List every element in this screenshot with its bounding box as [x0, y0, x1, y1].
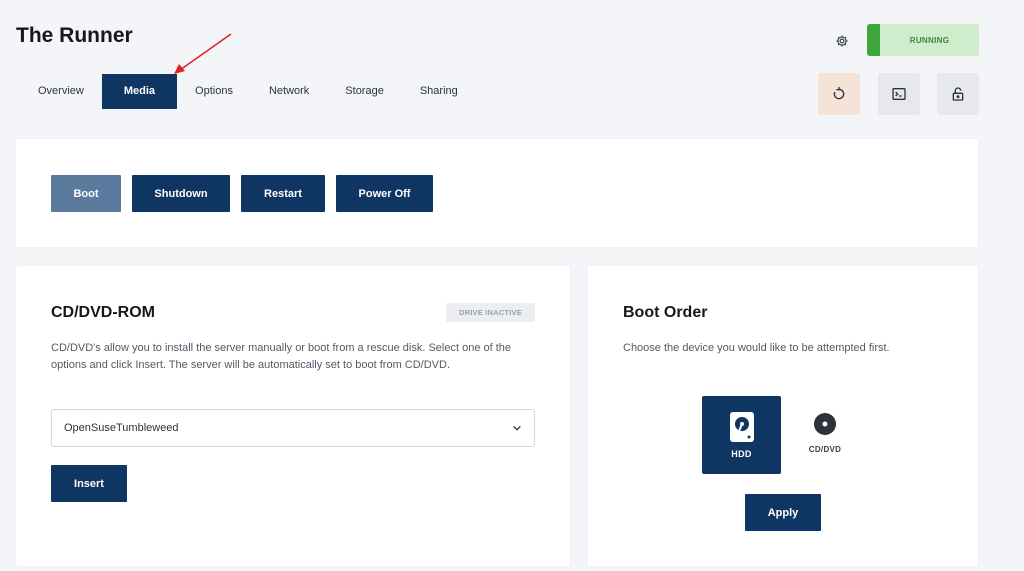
console-button[interactable]	[878, 73, 920, 115]
status-badge: RUNNING	[867, 24, 979, 56]
chevron-down-icon	[510, 421, 524, 435]
tab-storage[interactable]: Storage	[327, 74, 402, 109]
cdrom-title: CD/DVD-ROM	[51, 304, 155, 321]
iso-select-value: OpenSuseTumbleweed	[64, 422, 179, 434]
tab-options[interactable]: Options	[177, 74, 251, 109]
restart-icon	[833, 87, 845, 100]
tab-bar: Overview Media Options Network Storage S…	[20, 74, 476, 109]
tab-network[interactable]: Network	[251, 74, 327, 109]
cddvd-label: CD/DVD	[808, 445, 842, 454]
insert-button[interactable]: Insert	[51, 465, 127, 502]
boot-order-description: Choose the device you would like to be a…	[623, 342, 890, 354]
boot-order-card: Boot Order Choose the device you would l…	[588, 266, 978, 566]
iso-select[interactable]: OpenSuseTumbleweed	[51, 409, 535, 447]
restart-button[interactable]	[818, 73, 860, 115]
hdd-icon	[729, 412, 754, 442]
cdrom-card: CD/DVD-ROM DRIVE INACTIVE CD/DVD's allow…	[16, 266, 570, 566]
gear-icon[interactable]	[832, 31, 852, 51]
page-title: The Runner	[16, 24, 133, 47]
cdrom-description: CD/DVD's allow you to install the server…	[51, 342, 512, 371]
boot-device-cddvd[interactable]: CD/DVD	[798, 412, 852, 454]
lock-button[interactable]	[937, 73, 979, 115]
tab-media[interactable]: Media	[101, 74, 178, 109]
lock-icon	[952, 87, 964, 101]
disc-icon	[814, 413, 836, 435]
drive-status-badge: DRIVE INACTIVE	[446, 303, 535, 322]
boot-button[interactable]: Boot	[51, 175, 121, 212]
restart-power-button[interactable]: Restart	[241, 175, 325, 212]
shutdown-button[interactable]: Shutdown	[132, 175, 230, 212]
console-icon	[892, 88, 906, 100]
tab-sharing[interactable]: Sharing	[402, 74, 476, 109]
apply-button[interactable]: Apply	[745, 494, 821, 531]
boot-device-hdd[interactable]: HDD	[702, 396, 781, 474]
power-controls-card: Boot Shutdown Restart Power Off	[16, 139, 978, 247]
tab-overview[interactable]: Overview	[20, 74, 102, 109]
power-off-button[interactable]: Power Off	[336, 175, 433, 212]
annotation-arrow	[174, 33, 232, 74]
boot-order-title: Boot Order	[623, 304, 708, 321]
hdd-label: HDD	[731, 449, 752, 459]
